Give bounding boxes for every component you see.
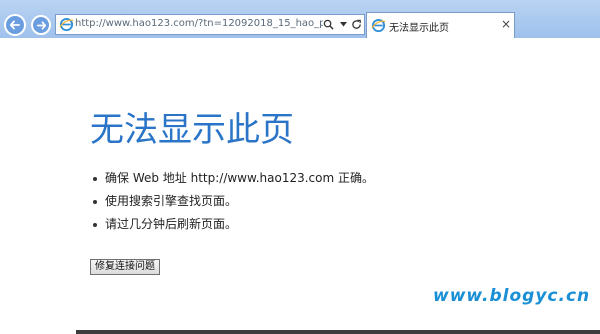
refresh-icon [351, 19, 361, 29]
search-icon [323, 19, 334, 30]
tip-text: 请过几分钟后刷新页面。 [105, 217, 238, 231]
address-bar[interactable]: http://www.hao123.com/?tn=12092018_15_ha… [55, 14, 365, 35]
dropdown-icon [339, 22, 347, 27]
bullet-icon [93, 222, 97, 227]
list-item: 使用搜索引擎查找页面。 [93, 190, 374, 213]
tab-active[interactable]: 无法显示此页 × [366, 12, 515, 38]
fix-connection-button[interactable]: 修复连接问题 [90, 259, 160, 275]
forward-button[interactable] [31, 15, 51, 35]
tip-text: 使用搜索引擎查找页面。 [105, 194, 238, 208]
list-item: 请过几分钟后刷新页面。 [93, 213, 374, 236]
bullet-icon [93, 199, 97, 204]
search-button[interactable] [321, 17, 335, 32]
list-item: 确保 Web 地址 http://www.hao123.com 正确。 [93, 167, 374, 190]
close-icon[interactable]: × [500, 17, 512, 31]
forward-icon [36, 20, 46, 30]
back-button[interactable] [4, 14, 26, 36]
address-url[interactable]: http://www.hao123.com/?tn=12092018_15_ha… [75, 18, 323, 29]
address-dropdown-button[interactable] [336, 17, 350, 32]
refresh-button[interactable] [349, 17, 363, 32]
page-title: 无法显示此页 [90, 110, 294, 150]
tip-text: 确保 Web 地址 http://www.hao123.com 正确。 [105, 171, 374, 185]
divider [76, 330, 600, 334]
ie-icon [371, 18, 386, 33]
back-icon [9, 20, 20, 30]
browser-toolbar: http://www.hao123.com/?tn=12092018_15_ha… [0, 0, 600, 38]
tips-list: 确保 Web 地址 http://www.hao123.com 正确。 使用搜索… [93, 167, 374, 236]
tab-title: 无法显示此页 [389, 23, 449, 34]
watermark: www.blogyc.cn [433, 286, 591, 306]
error-page: 无法显示此页 确保 Web 地址 http://www.hao123.com 正… [0, 38, 600, 334]
ie-icon [59, 17, 74, 32]
bullet-icon [93, 176, 97, 181]
